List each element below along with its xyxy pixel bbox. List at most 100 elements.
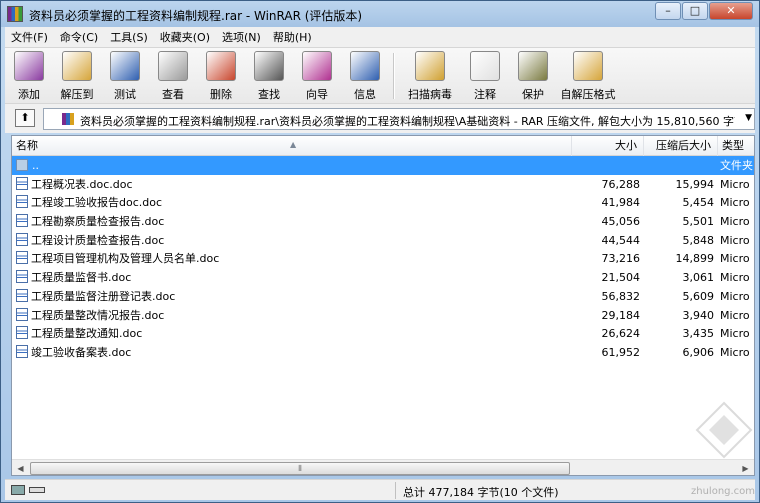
winrar-window: 资料员必须掌握的工程资料编制规程.rar - WinRAR (评估版本) – □…	[0, 0, 760, 503]
menu-options[interactable]: 选项(N)	[216, 29, 267, 45]
column-type[interactable]: 类型	[718, 136, 754, 156]
file-size: 26,624	[601, 327, 641, 341]
scroll-left-icon[interactable]: ◀	[12, 460, 29, 475]
file-row[interactable]: 工程质量监督书.doc 21,504 3,061 Micro	[12, 268, 754, 287]
path-field[interactable]: 资料员必须掌握的工程资料编制规程.rar\资料员必须掌握的工程资料编制规程\A基…	[43, 108, 755, 130]
comment-button[interactable]: 注释	[461, 48, 509, 104]
archive-icon	[62, 113, 74, 125]
file-packed-size: 3,940	[682, 308, 715, 322]
file-row[interactable]: 工程设计质量检查报告.doc 44,544 5,848 Micro	[12, 231, 754, 250]
add-button[interactable]: 添加	[5, 48, 53, 104]
file-name-cell: 工程设计质量检查报告.doc	[16, 232, 571, 248]
column-packed[interactable]: 压缩后大小	[644, 136, 718, 156]
sort-ascending-icon: ▲	[290, 140, 297, 149]
file-type: Micro	[720, 215, 750, 229]
up-folder-button[interactable]: ⬆	[15, 109, 35, 127]
file-row[interactable]: 工程质量监督注册登记表.doc 56,832 5,609 Micro	[12, 287, 754, 306]
virus-scan-button[interactable]: 扫描病毒	[399, 48, 461, 104]
file-size: 45,056	[601, 215, 641, 229]
file-size: 61,952	[601, 345, 641, 359]
file-list[interactable]: 名称 ▲ 大小 压缩后大小 类型 .. 文件夹 工程概况表.doc.doc 76,2…	[11, 135, 755, 476]
file-rows-list: 工程概况表.doc.doc 76,288 15,994 Micro 工程竣工验收报告do…	[12, 175, 754, 362]
delete-button[interactable]: 删除	[197, 48, 245, 104]
menu-favorites[interactable]: 收藏夹(O)	[154, 29, 216, 45]
file-rows: .. 文件夹 工程概况表.doc.doc 76,288 15,994 Micro 工程竣…	[12, 156, 754, 362]
test-button[interactable]: 测试	[101, 48, 149, 104]
status-bar: 总计 477,184 字节(10 个文件)	[5, 479, 755, 500]
find-button[interactable]: 查找	[245, 48, 293, 104]
file-row[interactable]: 工程项目管理机构及管理人员名单.doc 73,216 14,899 Micro	[12, 249, 754, 268]
extract-to-label: 解压到	[60, 88, 94, 101]
scroll-thumb[interactable]: ⦀	[30, 462, 570, 475]
extract-to-button[interactable]: 解压到	[53, 48, 101, 104]
parent-name: ..	[32, 159, 39, 172]
file-name-cell: 工程项目管理机构及管理人员名单.doc	[16, 251, 571, 266]
key-icon[interactable]	[29, 487, 45, 493]
menu-tools[interactable]: 工具(S)	[104, 29, 154, 45]
file-type: Micro	[720, 327, 750, 341]
info-button[interactable]: 信息	[341, 48, 389, 104]
column-name[interactable]: 名称 ▲	[12, 136, 572, 156]
status-icons	[11, 485, 47, 496]
find-label: 查找	[258, 88, 280, 101]
title-bar[interactable]: 资料员必须掌握的工程资料编制规程.rar - WinRAR (评估版本) – □…	[1, 1, 759, 27]
winrar-app-icon[interactable]	[7, 6, 23, 22]
test-icon	[110, 51, 140, 81]
file-name-cell: 工程概况表.doc.doc	[16, 176, 571, 192]
file-name: 工程概况表.doc.doc	[31, 177, 133, 191]
file-name-cell: 工程质量监督注册登记表.doc	[16, 288, 571, 304]
maximize-button[interactable]: □	[682, 2, 708, 20]
wizard-button[interactable]: 向导	[293, 48, 341, 104]
file-row[interactable]: 工程质量整改通知.doc 26,624 3,435 Micro	[12, 324, 754, 343]
minimize-button[interactable]: –	[655, 2, 681, 20]
file-name-cell: 工程质量整改通知.doc	[16, 326, 571, 341]
comment-icon	[470, 51, 500, 81]
view-button[interactable]: 查看	[149, 48, 197, 104]
chevron-down-icon[interactable]: ▼	[745, 113, 752, 123]
file-name: 工程勘察质量检查报告.doc	[31, 215, 165, 229]
file-name-cell: 工程勘察质量检查报告.doc	[16, 214, 571, 229]
file-packed-size: 15,994	[675, 177, 715, 191]
horizontal-scrollbar[interactable]: ◀ ⦀ ▶	[12, 459, 754, 475]
menu-commands[interactable]: 命令(C)	[54, 29, 104, 45]
file-type: Micro	[720, 345, 750, 359]
menu-file[interactable]: 文件(F)	[5, 29, 54, 45]
file-row[interactable]: 竣工验收备案表.doc 61,952 6,906 Micro	[12, 343, 754, 362]
file-packed-size: 5,848	[682, 233, 715, 247]
file-row[interactable]: 工程质量整改情况报告.doc 29,184 3,940 Micro	[12, 306, 754, 325]
file-packed-size: 5,609	[682, 289, 715, 303]
menu-help[interactable]: 帮助(H)	[267, 29, 318, 45]
word-document-icon	[16, 251, 28, 265]
file-name: 工程质量整改情况报告.doc	[31, 308, 165, 322]
file-row[interactable]: 工程概况表.doc.doc 76,288 15,994 Micro	[12, 175, 754, 194]
file-size: 56,832	[601, 289, 641, 303]
file-size: 76,288	[601, 177, 641, 191]
address-bar: ⬆ 资料员必须掌握的工程资料编制规程.rar\资料员必须掌握的工程资料编制规程\…	[5, 103, 755, 133]
parent-folder-row[interactable]: .. 文件夹	[12, 156, 754, 175]
comment-label: 注释	[474, 88, 496, 101]
file-type: Micro	[720, 289, 750, 303]
sfx-button[interactable]: 自解压格式	[557, 48, 619, 104]
column-size[interactable]: 大小	[572, 136, 644, 156]
file-row[interactable]: 工程竣工验收报告doc.doc 41,984 5,454 Micro	[12, 193, 754, 212]
add-icon	[14, 51, 44, 81]
protect-button[interactable]: 保护	[509, 48, 557, 104]
status-summary: 总计 477,184 字节(10 个文件)	[403, 486, 559, 499]
window-title: 资料员必须掌握的工程资料编制规程.rar - WinRAR (评估版本)	[29, 9, 363, 23]
scroll-right-icon[interactable]: ▶	[737, 460, 754, 475]
watermark-logo	[695, 401, 753, 459]
drive-icon[interactable]	[11, 485, 25, 495]
file-size: 73,216	[601, 252, 641, 266]
file-size: 44,544	[601, 233, 641, 247]
file-size: 41,984	[601, 196, 641, 210]
file-packed-size: 6,906	[682, 345, 715, 359]
close-button[interactable]: ✕	[709, 2, 753, 20]
info-icon	[350, 51, 380, 81]
watermark-text: zhulong.com	[691, 486, 756, 497]
word-document-icon	[16, 176, 28, 190]
file-row[interactable]: 工程勘察质量检查报告.doc 45,056 5,501 Micro	[12, 212, 754, 231]
file-name: 工程质量整改通知.doc	[31, 327, 143, 341]
file-packed-size: 5,501	[682, 215, 715, 229]
file-name: 竣工验收备案表.doc	[31, 345, 132, 359]
protect-icon	[518, 51, 548, 81]
